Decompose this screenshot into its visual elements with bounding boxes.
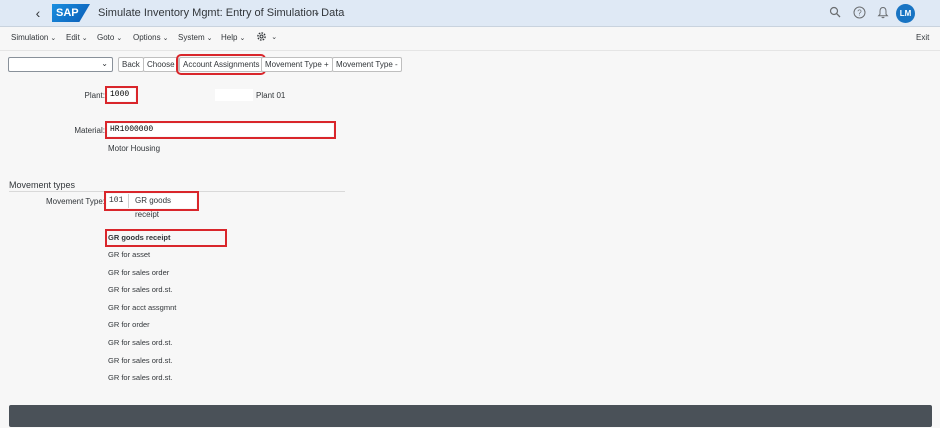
app-title[interactable]: Simulate Inventory Mgmt: Entry of Simula… — [98, 7, 344, 19]
list-item[interactable]: GR for order — [108, 320, 150, 329]
help-icon[interactable]: ? — [852, 6, 866, 20]
material-field[interactable]: HR1000000 — [105, 121, 336, 139]
menu-edit[interactable]: Edit ⌄ — [66, 33, 88, 42]
chevron-down-icon: ⌄ — [271, 33, 278, 41]
list-item[interactable]: GR for sales ord.st. — [108, 373, 173, 382]
choose-button[interactable]: Choose — [143, 57, 179, 72]
chevron-down-icon: ⌄ — [50, 35, 57, 42]
list-item[interactable]: GR for sales ord.st. — [108, 285, 173, 294]
list-item[interactable]: GR for asset — [108, 250, 150, 259]
search-icon[interactable] — [828, 6, 842, 20]
footer-bar — [9, 405, 932, 427]
material-description: Motor Housing — [108, 144, 161, 153]
movement-type-label: Movement Type: — [46, 197, 105, 206]
field-separator — [128, 194, 129, 208]
avatar[interactable]: LM — [896, 4, 915, 23]
back-button[interactable]: Back — [118, 57, 144, 72]
plant-field[interactable]: 1000 — [105, 86, 138, 104]
chevron-left-icon[interactable]: ‹ — [30, 5, 46, 21]
movement-type-field[interactable]: 101 GR goods receipt — [104, 191, 199, 219]
material-label: Material: — [74, 126, 105, 135]
chevron-down-icon: ⌄ — [116, 35, 123, 42]
chevron-down-icon: ⌄ — [162, 35, 169, 42]
section-title-movement-types: Movement types — [9, 180, 76, 190]
plant-label: Plant: — [84, 91, 105, 100]
account-assignments-button[interactable]: Account Assignments — [175, 54, 267, 75]
list-item[interactable]: GR for sales order — [108, 268, 169, 277]
movement-type-desc: GR goods receipt — [135, 196, 172, 219]
toolbar-divider — [0, 50, 940, 51]
menu-goto[interactable]: Goto ⌄ — [97, 33, 122, 42]
svg-text:?: ? — [857, 8, 862, 17]
movement-type-code: 101 — [109, 196, 124, 205]
chevron-down-icon[interactable]: ⌄ — [313, 7, 321, 18]
list-item[interactable]: GR for acct assgmnt — [108, 303, 176, 312]
bell-icon[interactable] — [876, 6, 890, 20]
list-item[interactable]: GR for sales ord.st. — [108, 356, 173, 365]
plant-description: Plant 01 — [256, 91, 286, 100]
chevron-down-icon: ⌄ — [206, 35, 213, 42]
sap-logo[interactable]: SAP — [52, 4, 90, 22]
menu-help[interactable]: Help ⌄ — [221, 33, 245, 42]
command-field[interactable]: ⌄ — [8, 57, 113, 72]
list-item[interactable]: GR goods receipt — [105, 229, 227, 247]
menu-simulation[interactable]: Simulation ⌄ — [11, 33, 56, 42]
menu-system[interactable]: System ⌄ — [178, 33, 213, 42]
plant-name-field — [215, 89, 253, 101]
movement-type-minus-button[interactable]: Movement Type - — [332, 57, 402, 72]
exit-button[interactable]: Exit — [916, 33, 929, 42]
shell-header: ‹ SAP Simulate Inventory Mgmt: Entry of … — [0, 0, 940, 27]
movement-type-plus-button[interactable]: Movement Type + — [261, 57, 333, 72]
menu-options[interactable]: Options ⌄ — [133, 33, 168, 42]
menu-bar: Simulation ⌄ Edit ⌄ Goto ⌄ Options ⌄ System ⌄… — [0, 27, 940, 49]
settings-menu[interactable]: ⌄ — [256, 31, 277, 42]
chevron-down-icon: ⌄ — [81, 35, 88, 42]
chevron-down-icon[interactable]: ⌄ — [101, 59, 108, 68]
chevron-down-icon: ⌄ — [239, 35, 246, 42]
gear-icon — [256, 32, 269, 41]
list-item[interactable]: GR for sales ord.st. — [108, 338, 173, 347]
section-divider — [9, 191, 345, 192]
